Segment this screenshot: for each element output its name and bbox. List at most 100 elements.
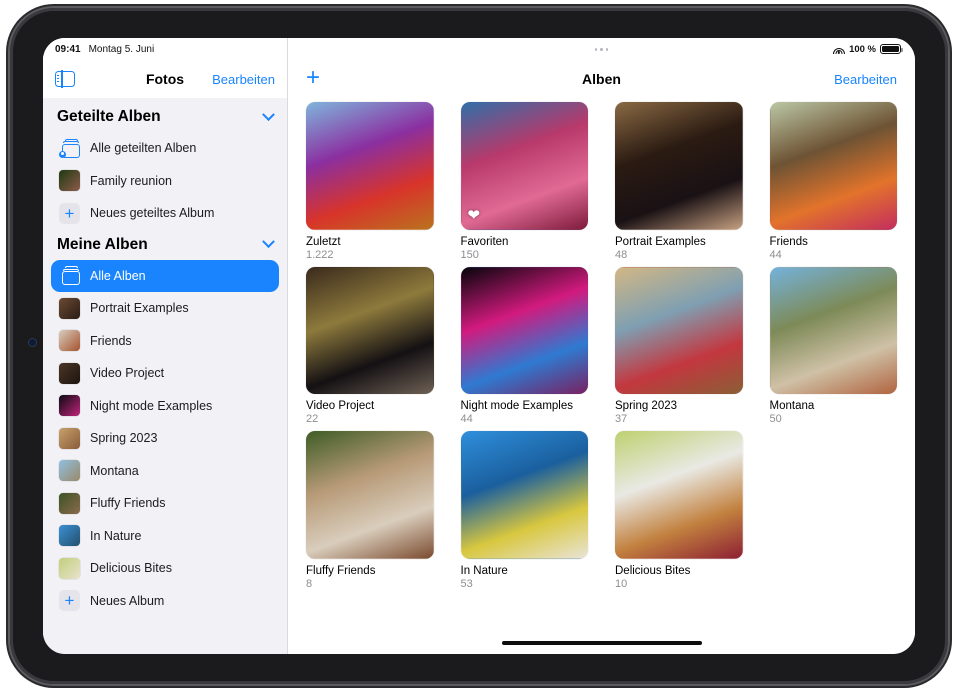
- album-title: Friends: [770, 236, 898, 248]
- sidebar-item-alle-geteilten-alben[interactable]: Alle geteilten Alben: [51, 132, 279, 165]
- album-cover[interactable]: [770, 267, 898, 395]
- sidebar-item-night-mode-examples[interactable]: Night mode Examples: [51, 390, 279, 423]
- album-card[interactable]: Zuletzt1.222: [306, 102, 434, 261]
- sidebar-item-friends[interactable]: Friends: [51, 325, 279, 358]
- album-card[interactable]: Spring 202337: [615, 267, 743, 426]
- main-header: + Alben Bearbeiten: [288, 60, 915, 98]
- album-title: Night mode Examples: [461, 400, 589, 412]
- sidebar-item-in-nature[interactable]: In Nature: [51, 520, 279, 553]
- sidebar-group-title: Geteilte Alben: [57, 108, 161, 126]
- main-edit-button[interactable]: Bearbeiten: [834, 72, 897, 87]
- albums-stack-icon: [59, 265, 80, 286]
- album-card[interactable]: Video Project22: [306, 267, 434, 426]
- sidebar-item-video-project[interactable]: Video Project: [51, 357, 279, 390]
- front-camera: [29, 339, 36, 346]
- album-thumbnail: [59, 558, 80, 579]
- wifi-icon: [833, 45, 845, 54]
- sidebar-item-label: Fluffy Friends: [90, 496, 166, 510]
- sidebar-item-montana[interactable]: Montana: [51, 455, 279, 488]
- album-thumbnail: [59, 525, 80, 546]
- album-count: 8: [306, 578, 434, 590]
- sidebar-item-label: Delicious Bites: [90, 561, 172, 575]
- sidebar-group-header[interactable]: Geteilte Alben: [43, 102, 287, 132]
- album-card[interactable]: In Nature53: [461, 431, 589, 590]
- album-card[interactable]: Delicious Bites10: [615, 431, 743, 590]
- album-card[interactable]: Portrait Examples48: [615, 102, 743, 261]
- album-cover[interactable]: [306, 102, 434, 230]
- album-count: 48: [615, 249, 743, 261]
- album-cover[interactable]: [615, 102, 743, 230]
- main-content: 100 % + Alben Bearbeiten Zuletzt1.222❤Fa…: [288, 38, 915, 654]
- album-count: 1.222: [306, 249, 434, 261]
- album-card[interactable]: ❤Favoriten150: [461, 102, 589, 261]
- album-count: 150: [461, 249, 589, 261]
- add-album-button[interactable]: +: [306, 66, 320, 90]
- sidebar-item-label: Portrait Examples: [90, 301, 189, 315]
- sidebar-item-label: Alle Alben: [90, 269, 146, 283]
- album-card[interactable]: Montana50: [770, 267, 898, 426]
- sidebar-scroll-area[interactable]: Geteilte Alben Alle geteilten Alben Family…: [43, 98, 287, 654]
- album-cover[interactable]: [461, 431, 589, 559]
- plus-icon: +: [59, 590, 80, 611]
- chevron-down-icon[interactable]: [262, 235, 275, 248]
- album-thumbnail: [59, 298, 80, 319]
- album-title: Portrait Examples: [615, 236, 743, 248]
- album-title: Delicious Bites: [615, 565, 743, 577]
- battery-icon: [880, 44, 901, 54]
- album-title: Video Project: [306, 400, 434, 412]
- album-count: 44: [770, 249, 898, 261]
- album-cover[interactable]: ❤: [461, 102, 589, 230]
- sidebar-item-label: Alle geteilten Alben: [90, 141, 196, 155]
- album-thumbnail: [59, 395, 80, 416]
- album-count: 37: [615, 413, 743, 425]
- album-cover[interactable]: [615, 431, 743, 559]
- album-cover[interactable]: [306, 267, 434, 395]
- plus-icon: +: [59, 203, 80, 224]
- sidebar-item-family-reunion[interactable]: Family reunion: [51, 165, 279, 198]
- album-card[interactable]: Friends44: [770, 102, 898, 261]
- album-count: 10: [615, 578, 743, 590]
- album-count: 22: [306, 413, 434, 425]
- album-thumbnail: [59, 330, 80, 351]
- sidebar-item-label: Montana: [90, 464, 139, 478]
- sidebar-item-label: Spring 2023: [90, 431, 157, 445]
- album-cover[interactable]: [770, 102, 898, 230]
- album-title: Zuletzt: [306, 236, 434, 248]
- album-cover[interactable]: [306, 431, 434, 559]
- sidebar-item-label: Friends: [90, 334, 132, 348]
- status-date: Montag 5. Juni: [89, 44, 155, 55]
- album-cover[interactable]: [461, 267, 589, 395]
- sidebar-item-spring-2023[interactable]: Spring 2023: [51, 422, 279, 455]
- page-title: Alben: [288, 71, 915, 87]
- sidebar: 09:41 Montag 5. Juni Fotos Bearbeiten Ge…: [43, 38, 288, 654]
- sidebar-item-portrait-examples[interactable]: Portrait Examples: [51, 292, 279, 325]
- sidebar-header: Fotos Bearbeiten: [43, 60, 287, 98]
- sidebar-item-label: Neues Album: [90, 594, 164, 608]
- album-thumbnail: [59, 170, 80, 191]
- sidebar-group-header[interactable]: Meine Alben: [43, 230, 287, 260]
- sidebar-item-neues-geteiltes-album[interactable]: +Neues geteiltes Album: [51, 197, 279, 230]
- sidebar-item-delicious-bites[interactable]: Delicious Bites: [51, 552, 279, 585]
- album-title: In Nature: [461, 565, 589, 577]
- album-count: 53: [461, 578, 589, 590]
- sidebar-item-label: In Nature: [90, 529, 141, 543]
- album-count: 50: [770, 413, 898, 425]
- sidebar-item-neues-album[interactable]: + Neues Album: [51, 585, 279, 618]
- chevron-down-icon[interactable]: [262, 108, 275, 121]
- album-card[interactable]: Night mode Examples44: [461, 267, 589, 426]
- sidebar-item-label: Night mode Examples: [90, 399, 212, 413]
- home-indicator[interactable]: [288, 632, 915, 654]
- sidebar-toggle-icon[interactable]: [55, 71, 75, 87]
- album-thumbnail: [59, 493, 80, 514]
- albums-grid: Zuletzt1.222❤Favoriten150Portrait Exampl…: [288, 98, 915, 632]
- album-card[interactable]: Fluffy Friends8: [306, 431, 434, 590]
- album-thumbnail: [59, 428, 80, 449]
- sidebar-item-alle-alben[interactable]: Alle Alben: [51, 260, 279, 293]
- heart-icon: ❤: [468, 208, 483, 223]
- sidebar-edit-button[interactable]: Bearbeiten: [212, 72, 275, 87]
- status-time: 09:41: [55, 44, 81, 55]
- dynamic-island-dots: [288, 48, 915, 51]
- album-cover[interactable]: [615, 267, 743, 395]
- sidebar-item-fluffy-friends[interactable]: Fluffy Friends: [51, 487, 279, 520]
- shared-albums-stack-icon: [59, 138, 80, 159]
